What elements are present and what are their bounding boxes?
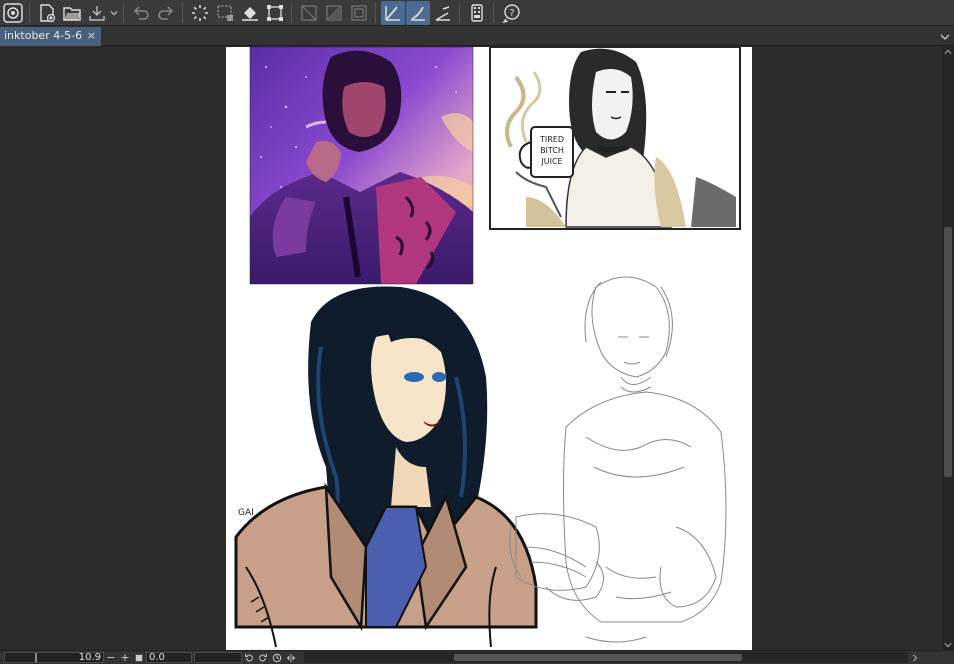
navigation-status-bar: 10.9 − + 0.0 xyxy=(0,650,954,664)
brush-snap-icon[interactable] xyxy=(406,0,430,25)
panel-coffee-girl: TIRED BITCH JUICE xyxy=(489,47,741,230)
rotate-right-icon[interactable] xyxy=(256,652,270,664)
zoom-slider-handle[interactable] xyxy=(35,653,37,662)
loading-spinner-icon[interactable] xyxy=(188,1,212,25)
canvas-paper[interactable]: TIRED BITCH JUICE GAI xyxy=(226,47,752,650)
command-bar: ? xyxy=(0,0,954,26)
zoom-out-button[interactable]: − xyxy=(104,651,118,664)
tab-title: inktober 4-5-6 xyxy=(4,29,83,42)
document-tab-bar: inktober 4-5-6 × xyxy=(0,26,954,46)
rotate-left-icon[interactable] xyxy=(242,652,256,664)
toolbar-divider xyxy=(459,2,460,23)
zoom-in-button[interactable]: + xyxy=(118,651,132,664)
zoom-value: 10.9 xyxy=(78,652,101,663)
horizontal-scrollbar[interactable] xyxy=(304,652,908,663)
snap-ruler-icon[interactable] xyxy=(322,1,346,25)
canvas-viewport[interactable]: TIRED BITCH JUICE GAI xyxy=(0,47,942,650)
flip-horizontal-icon[interactable] xyxy=(284,652,298,664)
close-icon[interactable]: × xyxy=(87,27,96,45)
toolbar-divider xyxy=(182,2,183,23)
svg-text:JUICE: JUICE xyxy=(540,157,562,166)
rotation-angle-field[interactable]: 0.0 xyxy=(146,652,192,663)
scrollbar-thumb[interactable] xyxy=(944,227,952,477)
toolbar-divider xyxy=(493,2,494,23)
fit-screen-icon[interactable] xyxy=(132,652,146,664)
save-icon[interactable] xyxy=(85,1,109,25)
snap-grid-icon[interactable] xyxy=(297,1,321,25)
perspective-snap-icon[interactable] xyxy=(431,1,455,25)
clip-studio-window: ? inktober 4-5-6 × TIRED BITCH JUICE GAI… xyxy=(0,0,954,664)
tab-document[interactable]: inktober 4-5-6 × xyxy=(0,27,101,46)
fill-icon[interactable] xyxy=(238,1,262,25)
transform-icon[interactable] xyxy=(263,1,287,25)
chevron-down-icon[interactable] xyxy=(939,28,951,42)
undo-icon[interactable] xyxy=(129,1,153,25)
help-icon[interactable]: ? xyxy=(499,1,523,25)
toolbar-divider xyxy=(29,2,30,23)
svg-text:?: ? xyxy=(509,8,514,19)
ruler-snap-icon[interactable] xyxy=(381,0,405,25)
reset-rotation-icon[interactable] xyxy=(270,652,284,664)
logo-icon[interactable] xyxy=(1,1,25,25)
toolbar-divider xyxy=(375,2,376,23)
toolbar-divider xyxy=(291,2,292,23)
chevron-down-icon[interactable] xyxy=(109,1,119,25)
open-folder-icon[interactable] xyxy=(60,1,84,25)
vertical-scrollbar[interactable] xyxy=(942,47,954,650)
new-canvas-icon[interactable] xyxy=(35,1,59,25)
panel-smoker xyxy=(249,47,474,285)
panel-pencil-sketch xyxy=(509,276,727,643)
chevron-up-icon[interactable] xyxy=(942,47,954,57)
redo-icon[interactable] xyxy=(154,1,178,25)
selection-icon[interactable] xyxy=(213,1,237,25)
toolbar-divider xyxy=(123,2,124,23)
svg-text:GAI: GAI xyxy=(238,508,254,518)
rotation-slider[interactable] xyxy=(194,652,242,663)
panel-dark-hair-woman: GAI xyxy=(234,286,538,648)
device-icon[interactable] xyxy=(465,1,489,25)
artwork: TIRED BITCH JUICE GAI xyxy=(234,47,741,648)
zoom-field[interactable]: 10.9 xyxy=(4,652,104,663)
scrollbar-thumb[interactable] xyxy=(454,654,742,661)
svg-text:BITCH: BITCH xyxy=(540,146,564,155)
chevron-down-icon[interactable] xyxy=(942,640,954,650)
svg-text:TIRED: TIRED xyxy=(539,135,564,144)
chevron-right-icon[interactable] xyxy=(908,652,922,664)
border-icon[interactable] xyxy=(347,1,371,25)
